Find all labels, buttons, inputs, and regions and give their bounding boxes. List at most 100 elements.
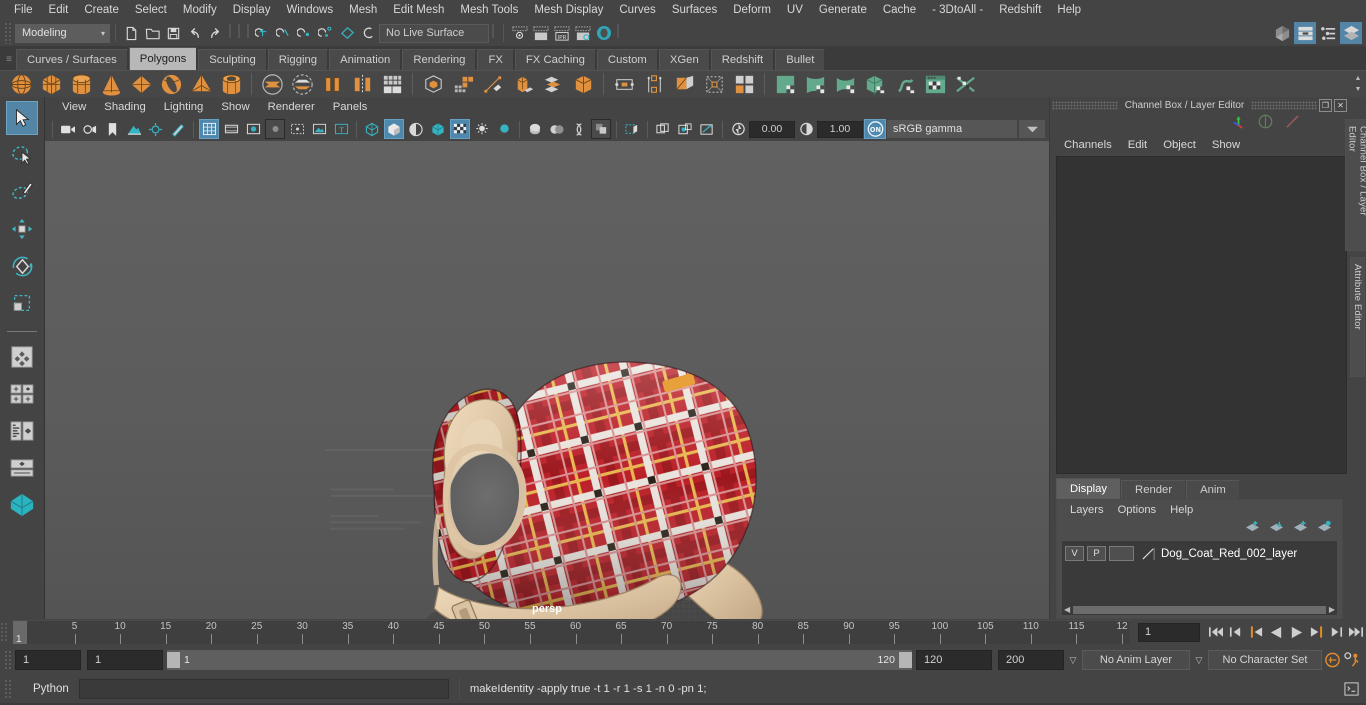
gate-mask-icon[interactable] — [265, 119, 285, 139]
animation-preferences-icon[interactable] — [1342, 649, 1362, 671]
menu-item-surfaces[interactable]: Surfaces — [664, 0, 725, 20]
create-layer-from-selected-icon[interactable] — [1317, 520, 1332, 538]
menu-item-curves[interactable]: Curves — [611, 0, 663, 20]
command-line-grip[interactable] — [4, 679, 12, 699]
viewport-menu-lighting[interactable]: Lighting — [155, 101, 213, 113]
new-scene-icon[interactable] — [121, 23, 142, 44]
status-line-grip[interactable] — [4, 22, 12, 44]
uv-spherical-icon[interactable] — [830, 71, 860, 97]
current-time-indicator[interactable]: 1 — [13, 621, 27, 644]
multi-cut-icon[interactable] — [478, 71, 508, 97]
shelf-tab-sculpting[interactable]: Sculpting — [198, 49, 267, 70]
outliner-persp-layout[interactable] — [6, 451, 38, 485]
step-forward-key-icon[interactable] — [1306, 621, 1326, 643]
menu-item-generate[interactable]: Generate — [811, 0, 875, 20]
layer-visibility-toggle[interactable]: V — [1065, 546, 1084, 561]
layer-row[interactable]: V P Dog_Coat_Red_002_layer — [1062, 544, 1337, 563]
menu-item-redshift[interactable]: Redshift — [991, 0, 1049, 20]
menu-item-edit[interactable]: Edit — [41, 0, 77, 20]
poly-cube-icon[interactable] — [36, 71, 66, 97]
make-live-icon[interactable] — [358, 23, 379, 44]
range-slider-grip[interactable] — [4, 650, 12, 670]
live-surface-field[interactable]: No Live Surface — [379, 23, 489, 43]
select-camera-icon[interactable] — [58, 119, 78, 139]
ambient-occlusion-icon[interactable] — [494, 119, 514, 139]
shelf-tab-redshift[interactable]: Redshift — [710, 49, 775, 70]
open-scene-icon[interactable] — [142, 23, 163, 44]
menu-item-mesh[interactable]: Mesh — [341, 0, 385, 20]
menu-item-modify[interactable]: Modify — [175, 0, 225, 20]
close-icon[interactable]: ✕ — [1334, 99, 1348, 112]
bridge-icon[interactable] — [568, 71, 598, 97]
paint-select-tool[interactable] — [6, 175, 38, 209]
target-weld-icon[interactable] — [699, 71, 729, 97]
range-end-handle[interactable] — [899, 652, 912, 668]
shelf-tab-curves-surfaces[interactable]: Curves / Surfaces — [16, 49, 128, 70]
manipulator-axis-icon[interactable] — [1230, 113, 1247, 135]
anim-layer-combo[interactable]: No Anim Layer — [1082, 650, 1190, 670]
viewport-menu-shading[interactable]: Shading — [95, 101, 154, 113]
play-backwards-icon[interactable] — [1266, 621, 1286, 643]
animation-end-field[interactable]: 200 — [998, 650, 1064, 670]
hypershade-layout[interactable] — [6, 488, 38, 522]
menu-item-help[interactable]: Help — [1049, 0, 1089, 20]
move-layer-up-icon[interactable] — [1245, 520, 1260, 538]
step-back-key-icon[interactable] — [1246, 621, 1266, 643]
diagonal-manip-icon[interactable] — [1284, 113, 1301, 135]
attribute-editor-icon[interactable] — [1294, 22, 1316, 44]
menu-item-file[interactable]: File — [6, 0, 41, 20]
poly-plane-icon[interactable] — [126, 71, 156, 97]
character-set-dropdown-arrow[interactable]: ▽ — [1190, 655, 1208, 666]
color-management-toggle-icon[interactable]: ON — [864, 119, 886, 139]
menu-item-windows[interactable]: Windows — [278, 0, 341, 20]
move-layer-down-icon[interactable] — [1269, 520, 1284, 538]
image-plane-icon[interactable] — [124, 119, 144, 139]
camera-attributes-icon[interactable] — [80, 119, 100, 139]
separate-icon[interactable] — [347, 71, 377, 97]
lasso-select-tool[interactable] — [6, 138, 38, 172]
channel-box-menu-channels[interactable]: Channels — [1056, 139, 1120, 151]
step-back-frame-icon[interactable] — [1226, 621, 1246, 643]
scale-tool[interactable] — [6, 286, 38, 320]
animation-start-field[interactable]: 1 — [15, 650, 81, 670]
tool-settings-icon[interactable] — [1317, 22, 1339, 44]
smooth-wireframe-icon[interactable] — [697, 119, 717, 139]
channel-box-layer-editor-icon[interactable] — [1340, 22, 1362, 44]
layer-editor-tab-anim[interactable]: Anim — [1186, 480, 1239, 499]
shelf-tab-rigging[interactable]: Rigging — [267, 49, 329, 70]
show-hide-modeling-toolkit-icon[interactable] — [1271, 22, 1293, 44]
snap-point-icon[interactable] — [295, 23, 316, 44]
menu-item-deform[interactable]: Deform — [725, 0, 779, 20]
snap-projected-center-icon[interactable] — [316, 23, 337, 44]
shelf-tab-bullet[interactable]: Bullet — [775, 49, 826, 70]
scroll-thumb[interactable] — [1073, 605, 1326, 614]
auto-key-icon[interactable] — [1322, 649, 1342, 671]
character-set-combo[interactable]: No Character Set — [1208, 650, 1322, 670]
poly-sphere-icon[interactable] — [6, 71, 36, 97]
mesh-cleanup-icon[interactable] — [418, 71, 448, 97]
layer-list-scrollbar[interactable]: ◀ ▶ — [1062, 604, 1337, 615]
menu-item-create[interactable]: Create — [76, 0, 127, 20]
poly-pyramid-icon[interactable] — [186, 71, 216, 97]
layer-shading-toggle[interactable] — [1109, 546, 1134, 561]
menu-item-cache[interactable]: Cache — [875, 0, 924, 20]
two-d-pan-zoom-icon[interactable] — [146, 119, 166, 139]
toggle-hypershade-icon[interactable] — [593, 23, 614, 44]
menu-set-selector[interactable]: Modeling ▾ — [15, 23, 110, 43]
scroll-right-icon[interactable]: ▶ — [1329, 605, 1335, 614]
smooth-shade-icon[interactable] — [384, 119, 404, 139]
use-all-lights-icon[interactable] — [450, 119, 470, 139]
move-tool[interactable] — [6, 212, 38, 246]
uv-planar-icon[interactable] — [770, 71, 800, 97]
uv-editor-icon[interactable] — [920, 71, 950, 97]
poly-torus-icon[interactable] — [156, 71, 186, 97]
offset-edge-loop-icon[interactable] — [669, 71, 699, 97]
uv-unfold-icon[interactable] — [950, 71, 980, 97]
shelf-grip[interactable]: ≡ — [2, 48, 16, 70]
uv-automatic-icon[interactable] — [860, 71, 890, 97]
vertical-tab-channel-box[interactable]: Channel Box / Layer Editor — [1344, 119, 1366, 251]
shaded-wireframe-icon[interactable] — [406, 119, 426, 139]
gamma-field[interactable]: 1.00 — [817, 120, 863, 138]
command-input[interactable] — [78, 679, 449, 699]
layer-editor-tab-display[interactable]: Display — [1056, 478, 1121, 499]
